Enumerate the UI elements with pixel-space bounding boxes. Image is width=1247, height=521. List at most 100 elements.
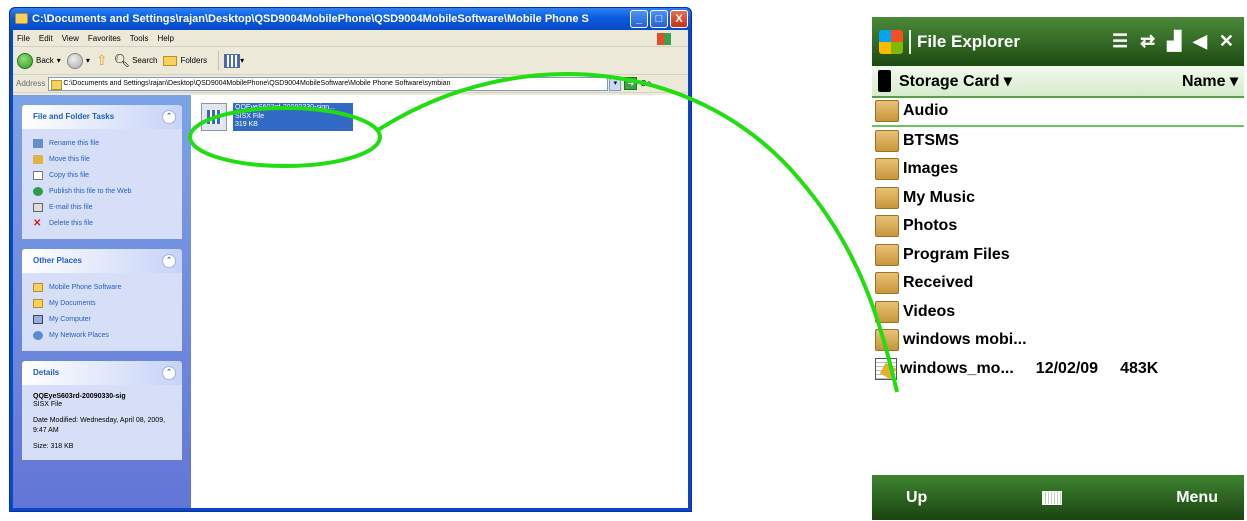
folder-row[interactable]: Photos: [872, 212, 1244, 241]
folder-name: Images: [903, 160, 959, 178]
folder-name: BTSMS: [903, 131, 959, 149]
collapse-chevron-icon[interactable]: ⌃: [162, 366, 176, 380]
folder-icon: [875, 272, 899, 295]
file-name: windows_mo...: [900, 359, 1014, 377]
delete-file-link[interactable]: ✕ Delete this file: [33, 215, 173, 231]
file-size: 319 KB: [235, 121, 258, 128]
up-folder-button[interactable]: ⇧: [96, 52, 108, 69]
my-documents-link[interactable]: My Documents: [33, 295, 173, 311]
folders-icon: [163, 55, 178, 66]
publish-file-link[interactable]: Publish this file to the Web: [33, 183, 173, 199]
go-arrow-icon: ➜: [624, 77, 638, 90]
phone-screen: File Explorer ☰ ⇄ ▟ ◀︎ ✕ Storage Card ▾ …: [872, 17, 1244, 520]
folder-row[interactable]: BTSMS: [872, 127, 1244, 156]
details-header[interactable]: Details ⌃: [22, 361, 182, 385]
go-button[interactable]: ➜ Go: [624, 77, 651, 90]
phone-app-title: File Explorer: [917, 31, 1020, 51]
rename-icon: [33, 138, 43, 148]
other-places-header[interactable]: Other Places ⌃: [22, 249, 182, 273]
window-title: C:\Documents and Settings\rajan\Desktop\…: [32, 13, 589, 25]
folder-row[interactable]: Images: [872, 155, 1244, 184]
folder-icon: [875, 186, 899, 209]
folder-row[interactable]: windows mobi...: [872, 326, 1244, 355]
link-label: Delete this file: [49, 219, 93, 227]
location-header: Storage Card ▾ Name ▾: [872, 66, 1244, 98]
views-button[interactable]: ▾: [224, 53, 244, 68]
menu-file[interactable]: File: [17, 34, 30, 43]
address-dropdown-button[interactable]: ▾: [609, 76, 622, 91]
mobile-phone-software-link[interactable]: Mobile Phone Software: [33, 279, 173, 295]
menu-favorites[interactable]: Favorites: [88, 34, 121, 43]
link-label: My Computer: [49, 315, 92, 323]
address-input[interactable]: C:\Documents and Settings\rajan\Desktop\…: [48, 76, 609, 91]
views-icon: [224, 53, 241, 68]
other-places-title: Other Places: [33, 256, 82, 265]
cab-file-icon: [875, 357, 897, 380]
copy-file-link[interactable]: Copy this file: [33, 167, 173, 183]
folder-name: Program Files: [903, 245, 1010, 263]
folder-icon: [875, 243, 899, 266]
folder-name: Received: [903, 274, 974, 292]
forward-button[interactable]: ▾: [66, 52, 90, 69]
file-tasks-header[interactable]: File and Folder Tasks ⌃: [22, 105, 182, 129]
file-row[interactable]: windows_mo... 12/02/09 483K: [872, 355, 1244, 384]
folder-icon: [875, 329, 899, 352]
link-label: Rename this file: [49, 139, 100, 147]
menu-edit[interactable]: Edit: [39, 34, 53, 43]
collapse-chevron-icon[interactable]: ⌃: [162, 110, 176, 124]
network-icon: [33, 330, 43, 340]
search-icon: 🔍︎: [113, 52, 131, 68]
menu-tools[interactable]: Tools: [130, 34, 149, 43]
close-icon[interactable]: ✕: [1219, 31, 1234, 52]
file-list-pane: QQEyeS603rd-20090330-sign... SISX File 3…: [191, 95, 688, 508]
folder-row[interactable]: Audio: [872, 98, 1244, 127]
my-documents-icon: [33, 298, 43, 308]
globe-icon: [33, 186, 43, 196]
softkey-bar: Up Menu: [872, 475, 1244, 520]
details-panel: Details ⌃ QQEyeS603rd-20090330-sig SISX …: [22, 361, 182, 460]
sync-icon: ⇄: [1140, 31, 1156, 51]
address-label: Address: [16, 79, 46, 88]
keyboard-icon[interactable]: [1041, 490, 1062, 505]
maximize-button[interactable]: □: [650, 10, 668, 28]
windows-logo-icon: [657, 33, 671, 45]
email-file-link[interactable]: E-mail this file: [33, 199, 173, 215]
details-file-type: SISX File: [33, 401, 63, 408]
link-label: My Network Places: [49, 331, 109, 339]
explorer-window: C:\Documents and Settings\rajan\Desktop\…: [9, 7, 692, 512]
location-dropdown[interactable]: Storage Card ▾: [899, 71, 1012, 91]
rename-file-link[interactable]: Rename this file: [33, 135, 173, 151]
volume-icon[interactable]: ◀︎: [1193, 31, 1207, 52]
collapse-chevron-icon[interactable]: ⌃: [162, 254, 176, 268]
windows-start-icon[interactable]: [879, 29, 903, 54]
selected-file-item[interactable]: QQEyeS603rd-20090330-sign... SISX File 3…: [201, 103, 353, 131]
address-bar: Address C:\Documents and Settings\rajan\…: [13, 75, 688, 93]
sort-dropdown[interactable]: Name ▾: [1182, 71, 1238, 91]
folder-row[interactable]: Program Files: [872, 241, 1244, 270]
search-button[interactable]: 🔍︎ Search: [114, 53, 158, 69]
title-bar[interactable]: C:\Documents and Settings\rajan\Desktop\…: [10, 8, 691, 30]
menu-help[interactable]: Help: [157, 34, 173, 43]
folder-row[interactable]: My Music: [872, 184, 1244, 213]
menu-softkey[interactable]: Menu: [1176, 489, 1218, 507]
phone-title-bar: File Explorer ☰ ⇄ ▟ ◀︎ ✕: [872, 17, 1244, 66]
menu-view[interactable]: View: [62, 34, 79, 43]
close-button[interactable]: X: [670, 10, 688, 28]
back-arrow-icon: [17, 52, 33, 69]
details-file-name: QQEyeS603rd-20090330-sig: [33, 393, 126, 400]
file-tasks-panel: File and Folder Tasks ⌃ Rename this file…: [22, 105, 182, 239]
my-computer-link[interactable]: My Computer: [33, 311, 173, 327]
folder-name: Photos: [903, 217, 958, 235]
up-softkey[interactable]: Up: [906, 489, 927, 507]
back-button[interactable]: Back ▾: [17, 52, 61, 69]
move-file-link[interactable]: Move this file: [33, 151, 173, 167]
folders-button[interactable]: Folders: [163, 55, 207, 66]
sort-label: Name: [1181, 73, 1226, 90]
minimize-button[interactable]: _: [630, 10, 648, 28]
folder-row[interactable]: Received: [872, 269, 1244, 298]
file-name: QQEyeS603rd-20090330-sign...: [235, 104, 336, 111]
my-network-places-link[interactable]: My Network Places: [33, 327, 173, 343]
sisx-file-icon: [201, 103, 227, 131]
folder-row[interactable]: Videos: [872, 298, 1244, 327]
menu-icon[interactable]: ☰: [1112, 31, 1128, 52]
